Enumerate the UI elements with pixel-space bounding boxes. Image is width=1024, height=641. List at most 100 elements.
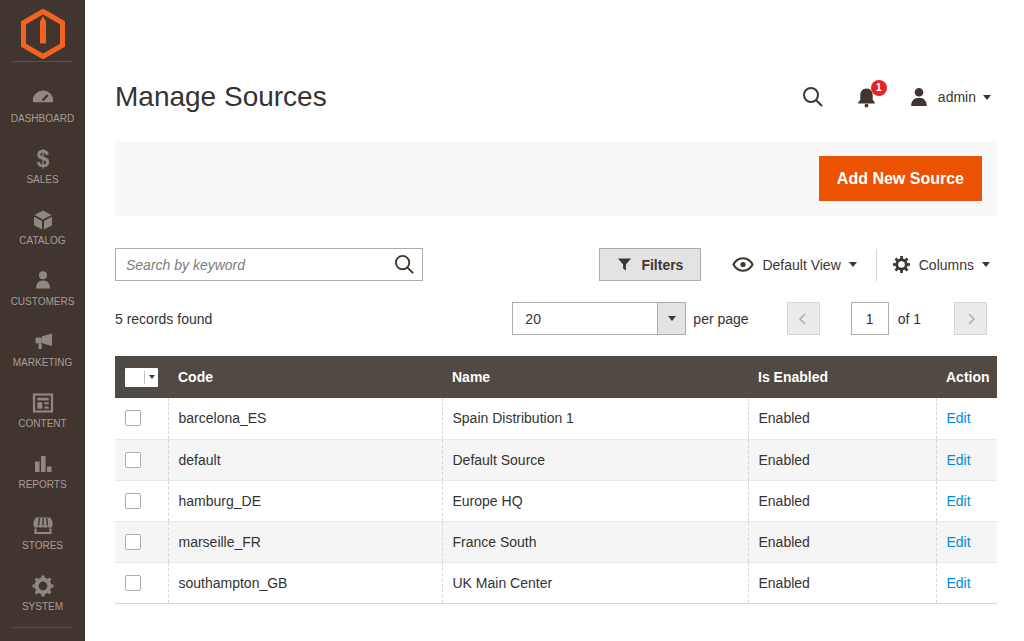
global-search-icon[interactable] [802,86,824,108]
listing-info-row: 5 records found 20 per page of 1 [115,302,997,335]
filters-button[interactable]: Filters [599,248,701,281]
sidebar-item-system[interactable]: SYSTEM [0,562,85,623]
sidebar-item-sales[interactable]: $ SALES [0,135,85,196]
edit-link[interactable]: Edit [947,452,971,468]
system-icon [31,574,55,598]
sidebar-item-marketing[interactable]: MARKETING [0,318,85,379]
user-icon [909,87,929,107]
column-header-action[interactable]: Action [936,356,997,398]
current-page-input[interactable] [851,302,889,335]
chevron-left-icon [794,310,812,328]
stores-icon [31,513,55,537]
view-selector[interactable]: Default View [732,257,856,273]
edit-link[interactable]: Edit [947,575,971,591]
chevron-down-icon [982,262,990,267]
columns-selector[interactable]: Columns [892,255,990,274]
sidebar-item-label: REPORTS [18,479,66,490]
previous-page-button[interactable] [787,302,820,335]
svg-text:$: $ [36,147,49,171]
sidebar-item-label: SYSTEM [22,601,63,612]
sidebar-item-content[interactable]: CONTENT [0,379,85,440]
sidebar-item-label: MARKETING [13,357,72,368]
dashboard-icon [31,86,55,110]
row-checkbox[interactable] [125,575,141,591]
chevron-right-icon [962,310,980,328]
cell-code: marseille_FR [168,521,442,562]
column-header-is-enabled[interactable]: Is Enabled [748,356,936,398]
edit-link[interactable]: Edit [947,410,971,426]
listing-toolbar: Filters Default View [115,248,997,281]
cell-is-enabled: Enabled [748,398,936,439]
sidebar: DASHBOARD $ SALES CATALOG CUSTOMERS MARK… [0,0,85,641]
cell-name: France South [442,521,748,562]
select-all-dropdown[interactable] [144,371,158,384]
sidebar-item-label: CATALOG [19,235,65,246]
cell-name: Default Source [442,439,748,480]
filter-icon [617,257,632,272]
sidebar-item-stores[interactable]: STORES [0,501,85,562]
sidebar-nav: DASHBOARD $ SALES CATALOG CUSTOMERS MARK… [0,62,85,623]
sales-icon: $ [31,147,55,171]
records-count: 5 records found [115,311,212,327]
edit-link[interactable]: Edit [947,534,971,550]
select-all-control[interactable] [125,368,158,387]
notifications-bell[interactable]: 1 [856,87,877,108]
search-input[interactable] [115,248,423,281]
row-checkbox[interactable] [125,493,141,509]
columns-label: Columns [919,257,974,273]
magento-logo[interactable] [0,0,85,61]
cell-name: Europe HQ [442,480,748,521]
column-header-name[interactable]: Name [442,356,748,398]
table-row: barcelona_ES Spain Distribution 1 Enable… [115,398,997,439]
cell-is-enabled: Enabled [748,480,936,521]
row-checkbox[interactable] [125,410,141,426]
gear-icon [892,255,911,274]
sidebar-item-customers[interactable]: CUSTOMERS [0,257,85,318]
table-row: hamburg_DE Europe HQ Enabled Edit [115,480,997,521]
notification-badge: 1 [871,80,887,96]
cell-is-enabled: Enabled [748,439,936,480]
sidebar-item-label: CONTENT [18,418,66,429]
add-new-source-button[interactable]: Add New Source [819,156,982,201]
pagination-controls: 20 per page of 1 [512,302,987,335]
chevron-down-icon [849,262,857,267]
sidebar-item-reports[interactable]: REPORTS [0,440,85,501]
chevron-down-icon [668,316,676,321]
page-title: Manage Sources [115,81,327,113]
row-checkbox[interactable] [125,534,141,550]
cell-code: barcelona_ES [168,398,442,439]
marketing-icon [31,330,55,354]
cell-is-enabled: Enabled [748,562,936,603]
page-size-select[interactable]: 20 [512,302,686,335]
row-checkbox[interactable] [125,452,141,468]
content-icon [31,391,55,415]
edit-link[interactable]: Edit [947,493,971,509]
sidebar-item-dashboard[interactable]: DASHBOARD [0,74,85,135]
eye-icon [732,257,754,272]
cell-is-enabled: Enabled [748,521,936,562]
user-menu[interactable]: admin [909,87,991,107]
sidebar-bottom-divider [13,627,72,628]
next-page-button[interactable] [954,302,987,335]
table-header-row: Code Name Is Enabled Action [115,356,997,398]
per-page-label: per page [693,311,748,327]
table-row: default Default Source Enabled Edit [115,439,997,480]
catalog-icon [31,208,55,232]
customers-icon [31,269,55,293]
main-content: Manage Sources 1 admin Add New Source [85,0,1024,604]
search-submit-button[interactable] [394,254,415,278]
select-dropdown-button[interactable] [657,303,685,334]
total-pages-label: of 1 [898,311,921,327]
column-header-code[interactable]: Code [168,356,442,398]
view-label: Default View [762,257,840,273]
chevron-down-icon [983,95,991,100]
cell-code: hamburg_DE [168,480,442,521]
cell-name: Spain Distribution 1 [442,398,748,439]
cell-code: default [168,439,442,480]
sidebar-item-catalog[interactable]: CATALOG [0,196,85,257]
toolbar-controls: Filters Default View [599,248,997,281]
cell-name: UK Main Center [442,562,748,603]
user-name: admin [938,89,976,105]
chevron-down-icon [149,375,155,379]
sidebar-item-label: STORES [22,540,63,551]
